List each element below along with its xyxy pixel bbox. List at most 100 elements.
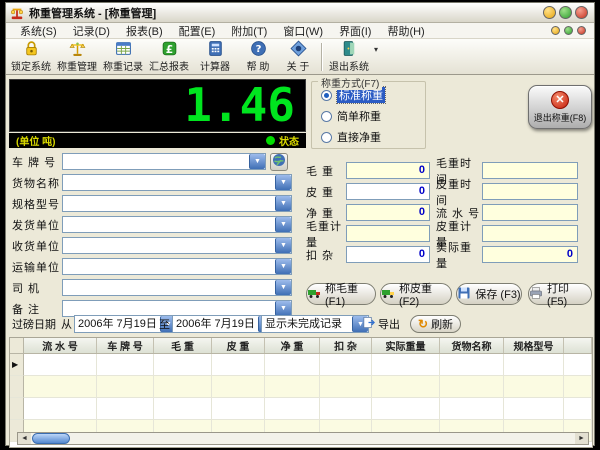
about-button[interactable]: 关 于 — [278, 40, 318, 73]
calculator-icon — [207, 40, 224, 57]
col-spec[interactable]: 规格型号 — [504, 338, 564, 353]
print-button[interactable]: 打印 (F5) — [528, 283, 592, 305]
menu-reports[interactable]: 报表(B) — [118, 23, 171, 39]
export-icon — [362, 316, 375, 332]
menu-records[interactable]: 记录(D) — [65, 23, 118, 39]
toolbar-overflow-icon[interactable]: ▾ — [374, 45, 378, 54]
col-plate[interactable]: 车 牌 号 — [97, 338, 154, 353]
weigh-records-button[interactable]: 称重记录 — [100, 40, 146, 73]
records-grid-icon — [115, 40, 132, 57]
mdi-minimize-icon[interactable] — [551, 26, 560, 35]
actual-weight-label: 实际重量 — [436, 239, 482, 271]
toolbar-label: 帮 助 — [247, 58, 270, 73]
table-row[interactable] — [10, 376, 592, 398]
title-bar: 称重管理系统 - [称重管理] — [6, 3, 594, 23]
driver-combobox[interactable]: ▼ — [62, 279, 292, 296]
mdi-close-icon[interactable] — [577, 26, 586, 35]
tare-time-input[interactable] — [482, 183, 578, 200]
gross-measure-input[interactable] — [346, 225, 430, 242]
globe-button[interactable] — [270, 153, 288, 171]
menu-addons[interactable]: 附加(T) — [223, 23, 275, 39]
actual-weight-input[interactable]: 0 — [482, 246, 578, 263]
menu-config[interactable]: 配置(E) — [171, 23, 224, 39]
weigh-mode-title: 称重方式(F7) — [318, 75, 382, 90]
minimize-icon[interactable] — [543, 6, 556, 19]
export-button[interactable]: 导出 — [358, 315, 404, 333]
chevron-down-icon[interactable]: ▼ — [275, 280, 291, 295]
col-goods[interactable]: 货物名称 — [440, 338, 504, 353]
tare-input[interactable]: 0 — [346, 183, 430, 200]
col-actual[interactable]: 实际重量 — [372, 338, 440, 353]
serial-input[interactable] — [482, 204, 578, 221]
weight-display: 1.46 — [9, 79, 306, 132]
scrollbar-thumb[interactable] — [32, 433, 70, 444]
scroll-left-icon[interactable]: ◄ — [18, 433, 31, 444]
toolbar-label: 称重记录 — [103, 58, 143, 73]
net-input[interactable]: 0 — [346, 204, 430, 221]
col-gross[interactable]: 毛 重 — [154, 338, 212, 353]
save-button[interactable]: 保存 (F3) — [456, 283, 522, 305]
chevron-down-icon[interactable]: ▼ — [249, 154, 265, 169]
field-row-spec: 规格型号 ▼ — [12, 195, 292, 212]
deduct-input[interactable]: 0 — [346, 246, 430, 263]
weigh-date-label: 过磅日期 — [12, 315, 56, 333]
weigh-gross-button[interactable]: 称毛重 (F1) — [306, 283, 376, 305]
lock-system-button[interactable]: 锁定系统 — [8, 40, 54, 73]
radio-direct-net[interactable]: 直接净重 — [321, 129, 425, 145]
menu-help[interactable]: 帮助(H) — [379, 23, 432, 39]
plate-combobox[interactable]: ▼ — [62, 153, 266, 170]
chevron-down-icon[interactable]: ▼ — [275, 196, 291, 211]
transport-label: 运输单位 — [12, 259, 62, 275]
menu-interface[interactable]: 界面(I) — [331, 23, 379, 39]
gross-input[interactable]: 0 — [346, 162, 430, 179]
selector-header-cell — [10, 338, 24, 353]
gross-time-input[interactable] — [482, 162, 578, 179]
menu-bar: 系统(S) 记录(D) 报表(B) 配置(E) 附加(T) 窗口(W) 界面(I… — [6, 23, 594, 39]
help-button[interactable]: ? 帮 助 — [238, 40, 278, 73]
chevron-down-icon[interactable]: ▼ — [275, 259, 291, 274]
driver-label: 司 机 — [12, 280, 62, 296]
goods-combobox[interactable]: ▼ — [62, 174, 292, 191]
exit-system-button[interactable]: 退出系统 — [326, 40, 372, 73]
col-tare[interactable]: 皮 重 — [212, 338, 265, 353]
chevron-down-icon[interactable]: ▼ — [275, 175, 291, 190]
receiver-combobox[interactable]: ▼ — [62, 237, 292, 254]
date-to-picker[interactable]: 2006年 7月19日▼ — [172, 315, 275, 333]
radio-simple-weigh[interactable]: 简单称重 — [321, 108, 425, 124]
summary-report-button[interactable]: £ 汇总报表 — [146, 40, 192, 73]
spec-combobox[interactable]: ▼ — [62, 195, 292, 212]
maximize-icon[interactable] — [559, 6, 572, 19]
exit-door-icon — [341, 40, 358, 57]
calculator-button[interactable]: 计算器 — [192, 40, 238, 73]
weigh-tare-button[interactable]: 称皮重 (F2) — [380, 283, 452, 305]
goods-label: 货物名称 — [12, 175, 62, 191]
table-header: 流 水 号 车 牌 号 毛 重 皮 重 净 重 扣 杂 实际重量 货物名称 规格… — [10, 338, 592, 354]
chevron-down-icon[interactable]: ▼ — [275, 217, 291, 232]
exit-weigh-button[interactable]: ✕ 退出称重(F8) — [528, 85, 592, 129]
mdi-restore-icon[interactable] — [564, 26, 573, 35]
weigh-tare-label: 称皮重 (F2) — [399, 280, 451, 308]
shipper-combobox[interactable]: ▼ — [62, 216, 292, 233]
table-row[interactable]: ▶ — [10, 354, 592, 376]
col-net[interactable]: 净 重 — [265, 338, 320, 353]
radio-unselected-icon — [321, 132, 332, 143]
menu-window[interactable]: 窗口(W) — [275, 23, 331, 39]
weigh-manage-button[interactable]: 称重管理 — [54, 40, 100, 73]
toolbar-label: 关 于 — [287, 58, 310, 73]
col-deduct[interactable]: 扣 杂 — [320, 338, 372, 353]
row-deduct: 扣 杂 0 实际重量 0 — [306, 246, 578, 263]
app-scale-icon — [10, 6, 24, 20]
scroll-right-icon[interactable]: ► — [575, 433, 588, 444]
refresh-button[interactable]: ↻ 刷新 — [410, 315, 461, 333]
menu-system[interactable]: 系统(S) — [12, 23, 65, 39]
transport-combobox[interactable]: ▼ — [62, 258, 292, 275]
chevron-down-icon[interactable]: ▼ — [275, 238, 291, 253]
col-serial[interactable]: 流 水 号 — [24, 338, 97, 353]
table-row[interactable] — [10, 398, 592, 420]
tare-measure-input[interactable] — [482, 225, 578, 242]
print-icon — [529, 286, 543, 303]
record-view-select[interactable]: 显示未完成记录▼ — [261, 315, 369, 333]
toolbar-separator — [321, 43, 323, 71]
horizontal-scrollbar[interactable]: ◄ ► — [17, 432, 589, 445]
close-icon[interactable] — [575, 6, 588, 19]
